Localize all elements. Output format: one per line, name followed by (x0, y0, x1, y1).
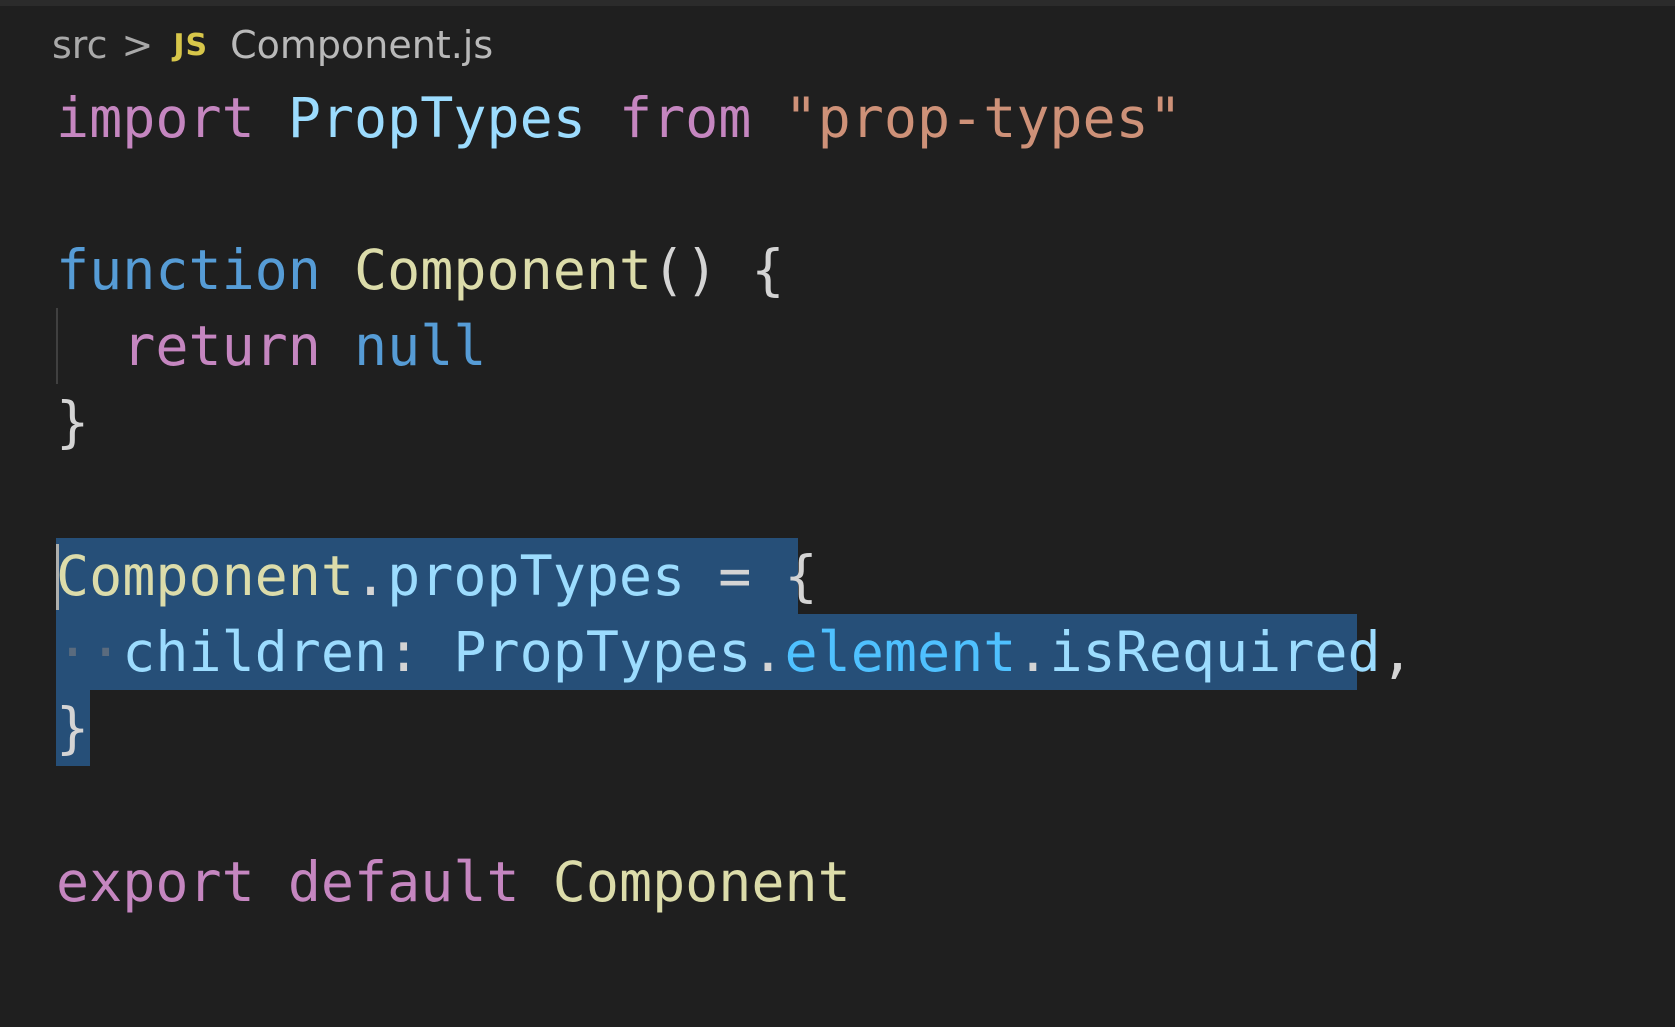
punctuation: () { (652, 238, 785, 302)
punctuation: = { (685, 544, 818, 608)
text-cursor (56, 544, 59, 610)
function-name: Component (354, 238, 653, 302)
identifier-component: Component (56, 544, 355, 608)
punctuation: } (56, 696, 90, 760)
punctuation: } (56, 390, 90, 454)
punctuation: , (1380, 620, 1414, 684)
keyword-import: import (56, 86, 255, 150)
string-module: "prop-types" (784, 86, 1182, 150)
member-element: element (784, 620, 1017, 684)
punctuation: : (387, 620, 454, 684)
code-line-function[interactable]: function Component() { (56, 232, 785, 308)
member-isrequired: isRequired (1049, 620, 1381, 684)
code-line-return[interactable]: return null (56, 308, 487, 384)
code-line-proptypes[interactable]: Component.propTypes = { (56, 538, 818, 614)
property-children: children (122, 620, 388, 684)
code-editor[interactable]: import PropTypes from "prop-types" funct… (0, 0, 1675, 1027)
code-line-import[interactable]: import PropTypes from "prop-types" (56, 80, 1182, 156)
keyword-default: default (287, 850, 520, 914)
punctuation: . (354, 544, 388, 608)
code-line-close-brace[interactable]: } (56, 384, 89, 460)
keyword-null: null (354, 314, 487, 378)
code-line-close-brace[interactable]: } (56, 690, 89, 766)
keyword-function: function (56, 238, 321, 302)
punctuation: . (751, 620, 785, 684)
keyword-return: return (122, 314, 321, 378)
identifier-component: Component (552, 850, 851, 914)
property-proptypes: propTypes (387, 544, 686, 608)
code-line-children[interactable]: ··children: PropTypes.element.isRequired… (56, 614, 1414, 690)
code-line-export[interactable]: export default Component (56, 844, 851, 920)
punctuation: . (1016, 620, 1050, 684)
identifier-proptypes: PropTypes (287, 86, 586, 150)
keyword-from: from (618, 86, 752, 150)
identifier-proptypes: PropTypes (453, 620, 752, 684)
keyword-export: export (56, 850, 255, 914)
